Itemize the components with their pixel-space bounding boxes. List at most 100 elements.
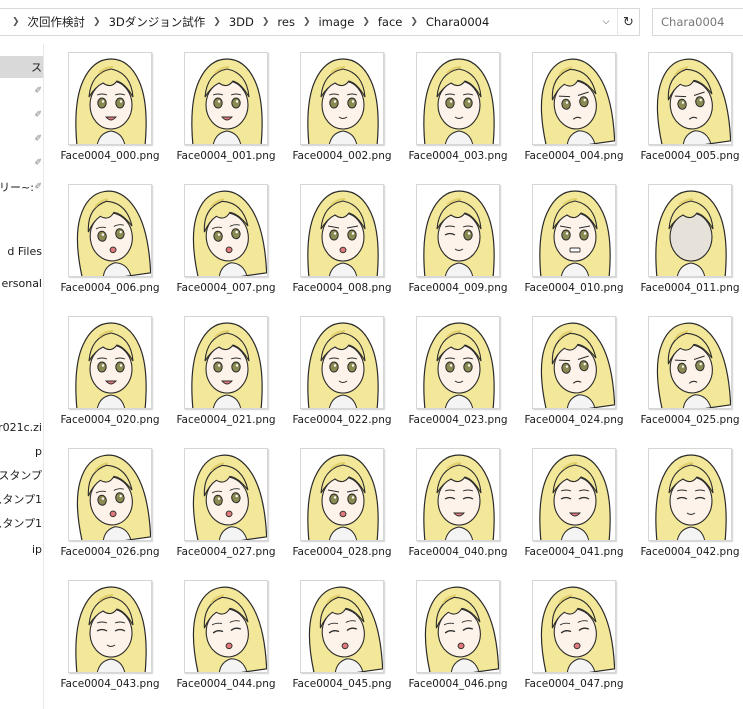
file-item[interactable]: Face0004_027.png — [176, 444, 276, 572]
breadcrumb-item[interactable]: 次回作検討 — [26, 14, 88, 30]
file-item[interactable]: Face0004_008.png — [292, 180, 392, 308]
file-thumbnail[interactable] — [68, 52, 152, 145]
breadcrumb-separator-icon[interactable]: ❯ — [207, 17, 227, 27]
file-item[interactable]: Face0004_025.png — [640, 312, 740, 440]
refresh-icon[interactable]: ↻ — [617, 9, 639, 35]
nav-item[interactable]: ersonal — [0, 272, 43, 294]
file-item[interactable]: Face0004_022.png — [292, 312, 392, 440]
file-item[interactable]: Face0004_028.png — [292, 444, 392, 572]
file-thumbnail[interactable] — [416, 580, 500, 673]
file-thumbnail[interactable] — [184, 52, 268, 145]
file-item[interactable]: Face0004_000.png — [60, 48, 160, 176]
file-thumbnail[interactable] — [300, 580, 384, 673]
file-item[interactable]: Face0004_024.png — [524, 312, 624, 440]
nav-item[interactable]: ✐ — [0, 128, 43, 150]
breadcrumb-item[interactable]: 3DD — [227, 15, 256, 29]
breadcrumb-item[interactable]: res — [275, 15, 297, 29]
file-thumbnail[interactable] — [648, 52, 732, 145]
file-thumbnail[interactable] — [648, 448, 732, 541]
address-dropdown-icon[interactable]: ⌵ — [597, 9, 615, 35]
file-item[interactable]: Face0004_043.png — [60, 576, 160, 704]
breadcrumb-item[interactable]: face — [376, 15, 405, 29]
file-item[interactable]: Face0004_001.png — [176, 48, 276, 176]
nav-item[interactable]: ーリー~:✐ — [0, 176, 43, 198]
file-item[interactable]: Face0004_006.png — [60, 180, 160, 308]
nav-item[interactable]: d Files — [0, 240, 43, 262]
file-item[interactable]: Face0004_047.png — [524, 576, 624, 704]
nav-item[interactable]: スタンプ1 — [0, 512, 43, 534]
file-thumbnail[interactable] — [532, 52, 616, 145]
file-item[interactable]: Face0004_007.png — [176, 180, 276, 308]
file-item[interactable]: Face0004_045.png — [292, 576, 392, 704]
nav-item[interactable]: Eスタンプ — [0, 464, 43, 486]
search-box[interactable] — [652, 8, 743, 36]
file-item[interactable]: Face0004_021.png — [176, 312, 276, 440]
file-item[interactable]: Face0004_010.png — [524, 180, 624, 308]
file-name: Face0004_042.png — [640, 546, 740, 558]
file-item[interactable]: Face0004_003.png — [408, 48, 508, 176]
file-thumbnail[interactable] — [300, 448, 384, 541]
file-item[interactable]: Face0004_023.png — [408, 312, 508, 440]
file-thumbnail[interactable] — [68, 316, 152, 409]
breadcrumb-separator-icon[interactable]: ❯ — [256, 17, 276, 27]
nav-item[interactable]: スタンプ1 — [0, 488, 43, 510]
breadcrumb-separator-icon[interactable]: ❯ — [356, 17, 376, 27]
file-item[interactable]: Face0004_044.png — [176, 576, 276, 704]
breadcrumb-bar[interactable]: ❯ 次回作検討 ❯ 3Dダンジョン試作 ❯ 3DD ❯ res ❯ image ❯ face ❯ Char… — [0, 8, 640, 36]
file-thumbnail[interactable] — [300, 52, 384, 145]
file-thumbnail[interactable] — [648, 316, 732, 409]
nav-item[interactable]: ip — [0, 538, 43, 560]
breadcrumb-separator-icon[interactable]: ❯ — [87, 17, 107, 27]
nav-item-label: Eスタンプ — [0, 469, 42, 482]
file-item[interactable]: Face0004_026.png — [60, 444, 160, 572]
file-thumbnail[interactable] — [184, 316, 268, 409]
breadcrumb-item[interactable]: image — [316, 15, 356, 29]
file-name: Face0004_043.png — [60, 678, 160, 690]
file-thumbnail[interactable] — [416, 316, 500, 409]
breadcrumb: ❯ 次回作検討 ❯ 3Dダンジョン試作 ❯ 3DD ❯ res ❯ image ❯ face ❯ Char… — [6, 9, 491, 35]
file-item[interactable]: Face0004_005.png — [640, 48, 740, 176]
file-thumbnail[interactable] — [184, 448, 268, 541]
file-thumbnail[interactable] — [68, 184, 152, 277]
file-thumbnail[interactable] — [68, 448, 152, 541]
file-item[interactable]: Face0004_002.png — [292, 48, 392, 176]
file-thumbnail[interactable] — [416, 184, 500, 277]
nav-item[interactable]: ✐ — [0, 152, 43, 174]
nav-item-label: d Files — [7, 244, 42, 258]
search-input[interactable] — [653, 9, 743, 35]
file-name: Face0004_001.png — [176, 150, 276, 162]
file-name: Face0004_040.png — [408, 546, 508, 558]
breadcrumb-separator-icon[interactable]: ❯ — [6, 17, 26, 27]
file-item[interactable]: Face0004_004.png — [524, 48, 624, 176]
breadcrumb-item[interactable]: Chara0004 — [424, 15, 491, 29]
file-thumbnail[interactable] — [532, 580, 616, 673]
file-thumbnail[interactable] — [184, 184, 268, 277]
file-item[interactable]: Face0004_040.png — [408, 444, 508, 572]
file-item[interactable]: Face0004_009.png — [408, 180, 508, 308]
file-item[interactable]: Face0004_042.png — [640, 444, 740, 572]
pin-icon: ✐ — [34, 86, 42, 96]
file-item[interactable]: Face0004_046.png — [408, 576, 508, 704]
file-thumbnail[interactable] — [416, 448, 500, 541]
nav-item[interactable]: p — [0, 440, 43, 462]
file-thumbnail[interactable] — [68, 580, 152, 673]
nav-item[interactable]: ✐ — [0, 80, 43, 102]
breadcrumb-separator-icon[interactable]: ❯ — [297, 17, 317, 27]
file-thumbnail[interactable] — [532, 184, 616, 277]
file-thumbnail[interactable] — [184, 580, 268, 673]
nav-item[interactable]: ス — [0, 56, 43, 78]
file-thumbnail[interactable] — [416, 52, 500, 145]
breadcrumb-item[interactable]: 3Dダンジョン試作 — [107, 14, 208, 30]
file-item[interactable]: Face0004_020.png — [60, 312, 160, 440]
file-thumbnail[interactable] — [648, 184, 732, 277]
file-thumbnail[interactable] — [532, 448, 616, 541]
file-item[interactable]: Face0004_041.png — [524, 444, 624, 572]
file-thumbnail[interactable] — [300, 184, 384, 277]
file-thumbnail[interactable] — [532, 316, 616, 409]
file-item[interactable]: Face0004_011.png — [640, 180, 740, 308]
nav-item[interactable]: er021c.zi — [0, 416, 43, 438]
file-thumbnail[interactable] — [300, 316, 384, 409]
file-name: Face0004_024.png — [524, 414, 624, 426]
breadcrumb-separator-icon[interactable]: ❯ — [404, 17, 424, 27]
nav-item[interactable]: ✐ — [0, 104, 43, 126]
